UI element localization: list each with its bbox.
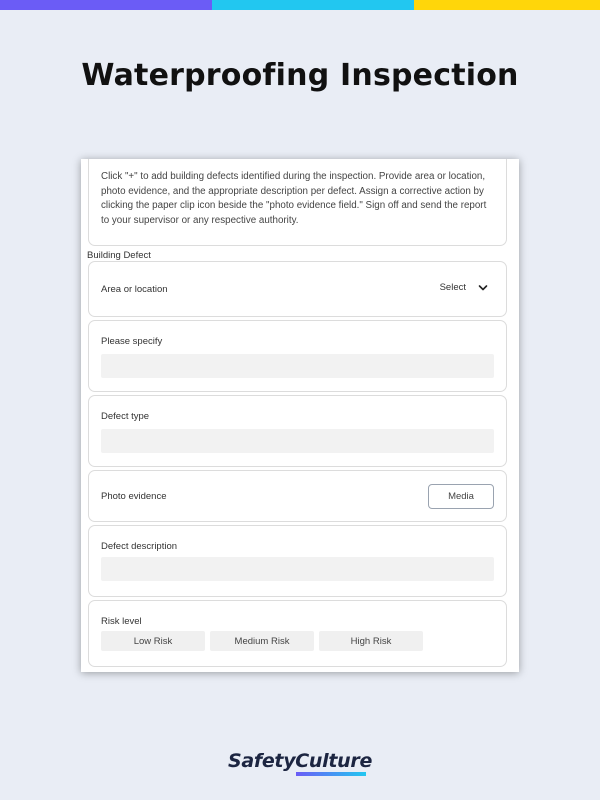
photo-evidence-label: Photo evidence	[101, 491, 167, 502]
high-risk-button[interactable]: High Risk	[319, 631, 423, 651]
risk-level-card: Risk level Low Risk Medium Risk High Ris…	[88, 600, 507, 667]
top-bar-purple-segment	[0, 0, 212, 10]
top-bar-yellow-segment	[414, 0, 600, 10]
defect-description-input[interactable]	[101, 557, 494, 581]
page-title: Waterproofing Inspection	[81, 58, 519, 93]
area-location-card[interactable]: Area or location Select	[88, 261, 507, 317]
logo-underline	[296, 772, 366, 776]
safetyculture-logo: SafetyCulture	[227, 750, 373, 772]
photo-evidence-card: Photo evidence Media	[88, 470, 507, 522]
chevron-down-icon	[478, 284, 488, 290]
defect-type-input[interactable]	[101, 429, 494, 453]
section-title: Building Defect	[87, 250, 151, 261]
instructions-text: Click "+" to add building defects identi…	[101, 171, 487, 226]
instructions-card: Click "+" to add building defects identi…	[88, 159, 507, 246]
risk-level-options: Low Risk Medium Risk High Risk	[101, 631, 423, 651]
please-specify-label: Please specify	[101, 336, 163, 347]
risk-level-label: Risk level	[101, 616, 142, 627]
please-specify-card: Please specify	[88, 320, 507, 392]
defect-type-card: Defect type	[88, 395, 507, 467]
please-specify-input[interactable]	[101, 354, 494, 378]
top-bar-cyan-segment	[212, 0, 414, 10]
low-risk-button[interactable]: Low Risk	[101, 631, 205, 651]
select-value: Select	[439, 282, 466, 293]
area-location-label: Area or location	[101, 284, 168, 295]
defect-description-label: Defect description	[101, 541, 178, 552]
media-button[interactable]: Media	[428, 484, 494, 509]
defect-type-label: Defect type	[101, 411, 150, 422]
form-screenshot: Click "+" to add building defects identi…	[81, 159, 519, 672]
medium-risk-button[interactable]: Medium Risk	[210, 631, 314, 651]
defect-description-card: Defect description	[88, 525, 507, 597]
top-color-bar	[0, 0, 600, 10]
area-location-select[interactable]: Select	[440, 282, 488, 293]
